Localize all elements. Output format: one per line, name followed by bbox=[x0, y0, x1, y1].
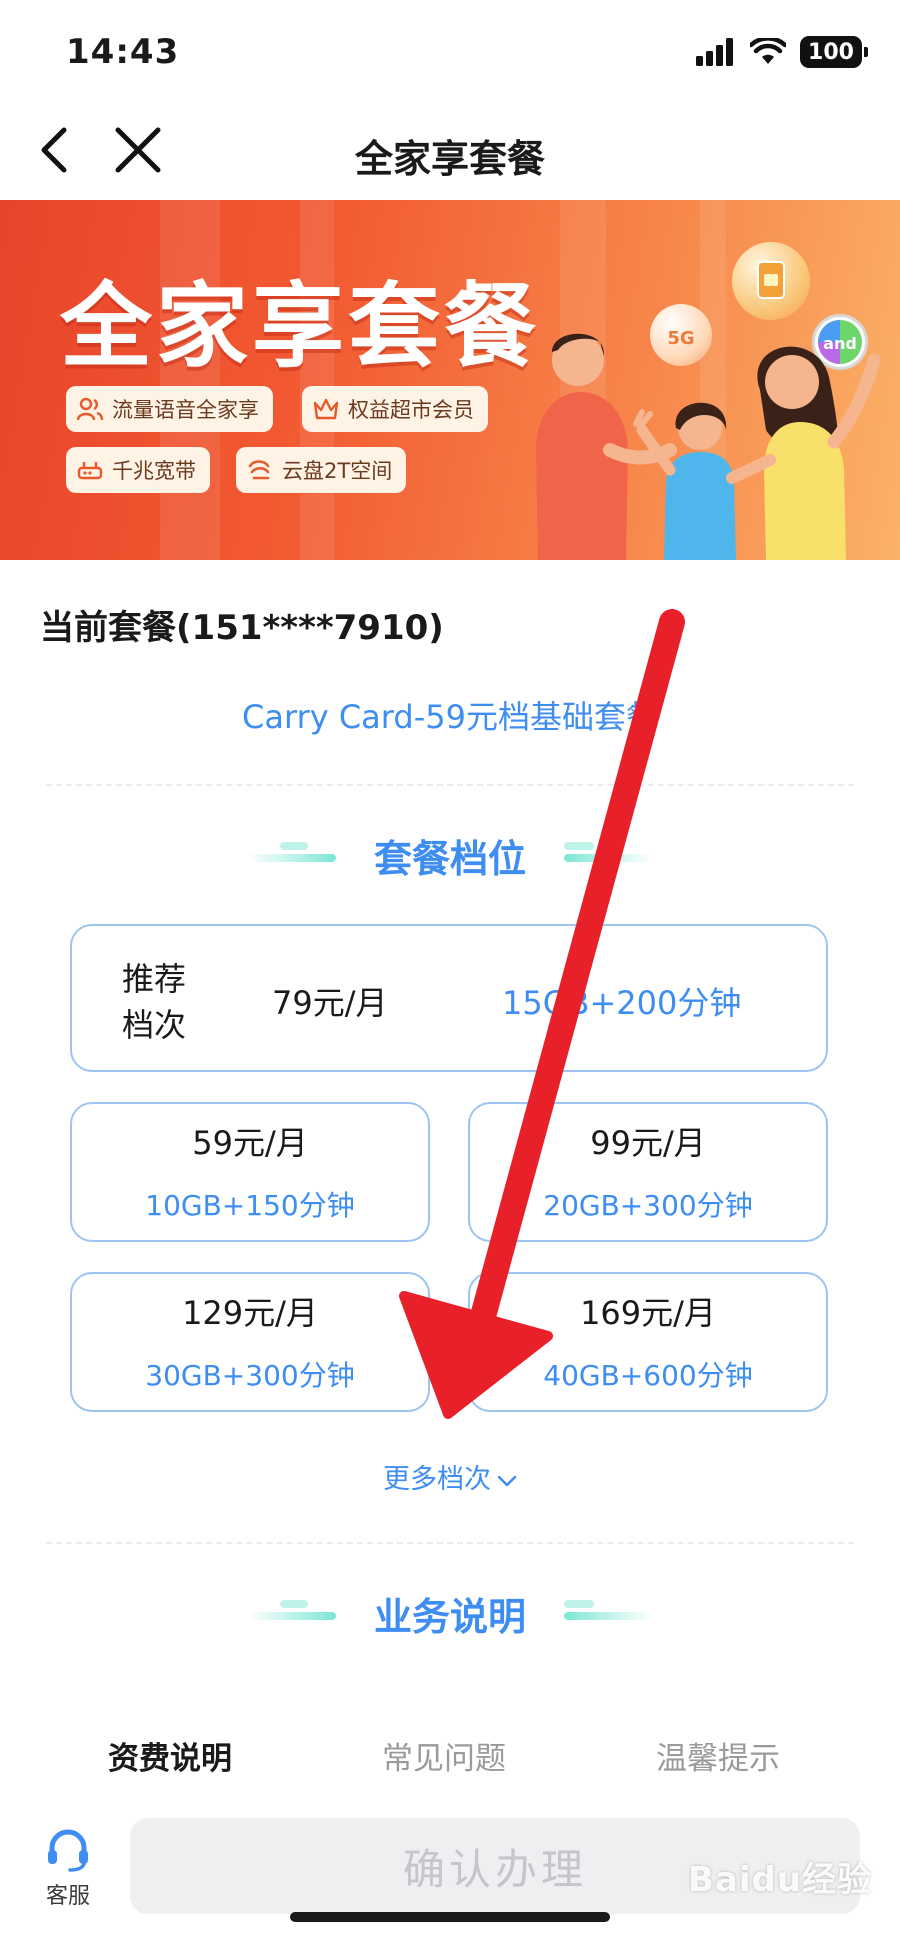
tier-price: 59元/月 bbox=[192, 1124, 308, 1162]
nav-bar: 全家享套餐 bbox=[0, 100, 900, 200]
tier-price: 129元/月 bbox=[182, 1294, 318, 1332]
recommended-tier-card[interactable]: 推荐 档次 79元/月 15GB+200分钟 bbox=[70, 924, 828, 1072]
tab-tips[interactable]: 温馨提示 bbox=[656, 1733, 780, 1778]
people-icon bbox=[76, 395, 104, 423]
router-icon bbox=[76, 456, 104, 484]
more-tiers-label: 更多档次 bbox=[383, 1464, 491, 1495]
feature-pill: 云盘2T空间 bbox=[236, 447, 407, 493]
status-bar: 14:43 100 bbox=[0, 0, 900, 100]
wifi-icon bbox=[750, 38, 786, 64]
recommended-label-line1: 推荐 bbox=[122, 960, 187, 998]
cloud-icon bbox=[246, 456, 274, 484]
tier-price: 99元/月 bbox=[590, 1124, 706, 1162]
more-tiers-link[interactable]: 更多档次 bbox=[0, 1457, 900, 1496]
tier-allowance: 15GB+200分钟 bbox=[502, 984, 742, 1022]
tier-card-99[interactable]: 99元/月 20GB+300分钟 bbox=[468, 1102, 828, 1242]
tier-card-59[interactable]: 59元/月 10GB+150分钟 bbox=[70, 1102, 430, 1242]
home-indicator bbox=[290, 1912, 610, 1922]
tab-faq[interactable]: 常见问题 bbox=[382, 1733, 506, 1778]
tier-price: 79元/月 bbox=[272, 984, 388, 1022]
status-icons: 100 bbox=[696, 36, 868, 68]
feature-label: 流量语音全家享 bbox=[112, 398, 259, 422]
signal-icon bbox=[696, 38, 733, 66]
business-heading: 业务说明 bbox=[373, 1595, 526, 1639]
customer-service-button[interactable]: 客服 bbox=[38, 1826, 98, 1910]
tier-card-169[interactable]: 169元/月 40GB+600分钟 bbox=[468, 1272, 828, 1412]
tier-allowance: 20GB+300分钟 bbox=[543, 1189, 753, 1222]
feature-pill: 流量语音全家享 bbox=[66, 386, 273, 432]
tier-card-129[interactable]: 129元/月 30GB+300分钟 bbox=[70, 1272, 430, 1412]
battery-icon: 100 bbox=[800, 36, 868, 68]
current-plan-label: 当前套餐(151****7910) bbox=[40, 608, 444, 648]
feature-label: 千兆宽带 bbox=[112, 459, 196, 483]
current-plan-name[interactable]: Carry Card-59元档基础套餐 bbox=[0, 692, 900, 738]
customer-service-label: 客服 bbox=[45, 1884, 90, 1909]
tiers-heading: 套餐档位 bbox=[373, 837, 526, 881]
heading-decoration bbox=[564, 1612, 652, 1620]
baidu-watermark: Baidu经验 bbox=[688, 1860, 873, 1900]
promo-banner: 全家享套餐 流量语音全家享 权益超市会员 千兆宽带 云盘2T空间 5G and bbox=[0, 200, 900, 560]
heading-decoration bbox=[564, 842, 594, 850]
heading-decoration bbox=[564, 854, 652, 862]
recommended-label: 推荐 档次 bbox=[122, 956, 186, 1048]
crown-icon bbox=[312, 395, 340, 423]
tier-allowance: 10GB+150分钟 bbox=[145, 1189, 355, 1222]
status-time: 14:43 bbox=[66, 32, 180, 72]
tier-allowance: 30GB+300分钟 bbox=[145, 1359, 355, 1392]
family-illustration bbox=[536, 333, 881, 560]
heading-decoration bbox=[564, 1600, 594, 1608]
page-title: 全家享套餐 bbox=[354, 137, 545, 181]
chevron-down-icon bbox=[497, 1475, 517, 1486]
feature-pill: 千兆宽带 bbox=[66, 447, 210, 493]
divider bbox=[46, 784, 854, 786]
banner-title: 全家享套餐 bbox=[60, 273, 541, 380]
feature-label: 云盘2T空间 bbox=[282, 459, 393, 483]
tier-price: 169元/月 bbox=[580, 1294, 716, 1332]
recommended-label-line2: 档次 bbox=[122, 1006, 187, 1044]
feature-label: 权益超市会员 bbox=[348, 398, 474, 422]
headset-icon bbox=[48, 1829, 88, 1872]
feature-pill: 权益超市会员 bbox=[302, 386, 488, 432]
tier-allowance: 40GB+600分钟 bbox=[543, 1359, 753, 1392]
divider bbox=[46, 1542, 854, 1544]
tab-fee-description[interactable]: 资费说明 bbox=[108, 1733, 232, 1778]
